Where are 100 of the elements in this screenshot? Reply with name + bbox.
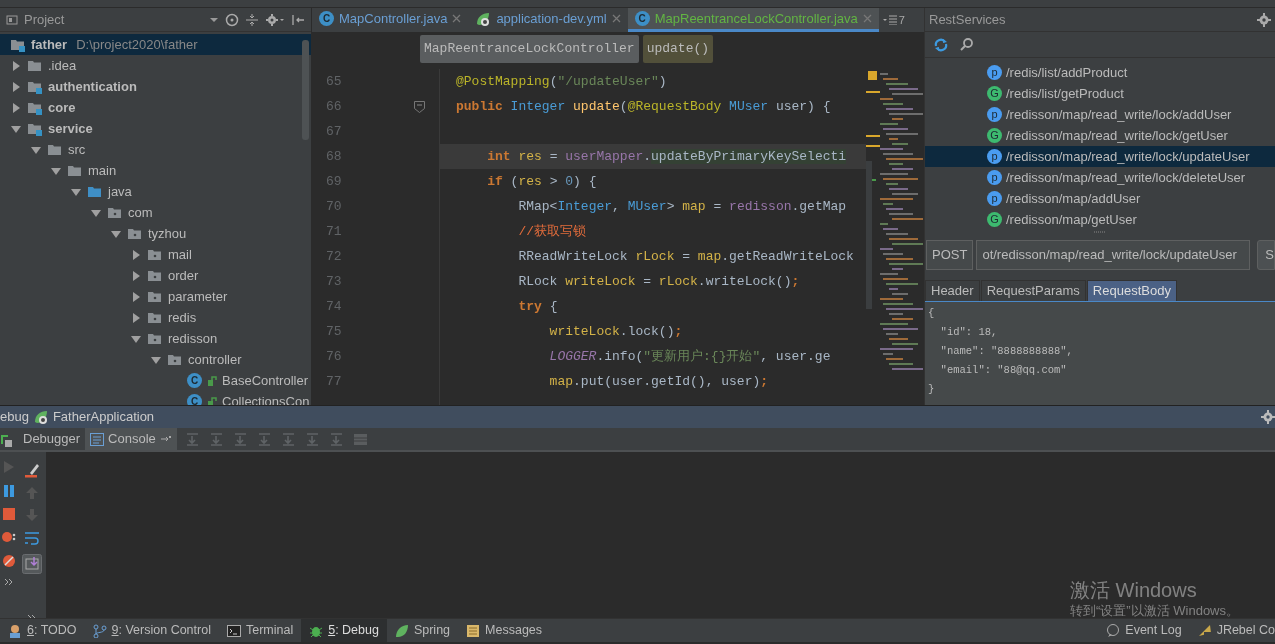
search-icon[interactable]	[959, 36, 975, 53]
tree-item[interactable]: C BaseController	[0, 370, 311, 391]
tree-item[interactable]: src	[0, 139, 311, 160]
tree-label: core	[48, 98, 76, 117]
locate-icon[interactable]	[225, 12, 239, 27]
tree-item[interactable]: main	[0, 160, 311, 181]
expand-arrow-icon[interactable]	[130, 290, 142, 303]
tool-window-button[interactable]: Spring	[386, 619, 459, 642]
debug-tab[interactable]: Console	[85, 428, 177, 450]
method-icon: G	[987, 212, 1002, 227]
endpoint-item[interactable]: p /redis/list/addProduct	[925, 62, 1275, 83]
tree-item[interactable]: com	[0, 202, 311, 223]
tab-overflow[interactable]: 7	[878, 8, 909, 32]
settings-icon[interactable]	[265, 12, 285, 27]
tree-label: redis	[168, 308, 197, 327]
expand-arrow-icon[interactable]	[10, 101, 22, 114]
tree-item[interactable]: tyzhou	[0, 223, 311, 244]
tree-item[interactable]: redisson	[0, 328, 311, 349]
collapse-icon[interactable]	[245, 12, 259, 27]
endpoint-item[interactable]: G /redisson/map/read_write/lock/getUser	[925, 125, 1275, 146]
line-number: 72	[326, 248, 342, 266]
endpoint-item[interactable]: p /redisson/map/read_write/lock/addUser	[925, 104, 1275, 125]
tool-window-button[interactable]: Terminal	[218, 619, 302, 642]
request-tab[interactable]: Header	[925, 280, 980, 301]
tree-item[interactable]: core	[0, 97, 311, 118]
tree-label: .idea	[48, 56, 77, 75]
endpoint-item[interactable]: G /redisson/map/getUser	[925, 209, 1275, 230]
vcs-icon	[92, 623, 107, 638]
endpoint-item[interactable]: p /redisson/map/read_write/lock/deleteUser	[925, 167, 1275, 188]
expand-arrow-icon[interactable]	[10, 80, 22, 93]
method-field[interactable]: POST	[926, 240, 974, 270]
tool-window-button[interactable]: Messages	[458, 619, 551, 642]
pause-icon[interactable]	[3, 484, 15, 498]
tree-label: parameter	[168, 287, 228, 306]
request-body-field[interactable]: { "id": 18, "name": "8888888888", "email": "88@qq.com" }	[925, 302, 1275, 405]
clear-icon[interactable]	[24, 462, 40, 478]
line-number: 73	[326, 273, 342, 291]
tool-window-button[interactable]: 9: Version Control	[84, 619, 219, 642]
settings-icon[interactable]	[1257, 12, 1271, 27]
class-icon: C	[319, 11, 334, 26]
line-number: 77	[326, 373, 342, 391]
tree-item[interactable]: service	[0, 118, 311, 139]
tree-label: authentication	[48, 77, 137, 96]
tool-window-button[interactable]: 5: Debug	[301, 619, 387, 642]
expand-arrow-icon[interactable]	[130, 269, 142, 282]
todo-icon	[8, 623, 22, 638]
tree-item[interactable]: order	[0, 265, 311, 286]
fold-icon[interactable]	[414, 100, 425, 113]
tool-window-button[interactable]: 6: TODO	[0, 619, 85, 642]
spring-icon	[394, 623, 409, 638]
endpoint-item[interactable]: p /redisson/map/addUser	[925, 188, 1275, 209]
close-icon[interactable]	[611, 14, 621, 23]
code-line: @PostMapping("/updateUser")	[455, 73, 668, 91]
editor-tab[interactable]: C MapController.java	[312, 8, 469, 32]
breakpoints-icon[interactable]	[2, 530, 16, 544]
tree-item[interactable]: .idea	[0, 55, 311, 76]
tree-item[interactable]: redis	[0, 307, 311, 328]
request-tab[interactable]: RequestBody	[1086, 280, 1177, 301]
scrollbar[interactable]	[302, 40, 309, 140]
tree-item[interactable]: controller	[0, 349, 311, 370]
tree-label: src	[68, 140, 86, 159]
refresh-icon[interactable]	[933, 36, 949, 53]
expand-arrow-icon[interactable]	[130, 248, 142, 261]
status-button[interactable]: JRebel Co	[1189, 619, 1275, 642]
method-icon: p	[987, 65, 1002, 80]
mute-breakpoints-icon[interactable]	[2, 554, 16, 568]
tree-item[interactable]: parameter	[0, 286, 311, 307]
status-button[interactable]: Event Log	[1098, 619, 1190, 642]
close-icon[interactable]	[452, 14, 462, 23]
splitter-handle[interactable]	[1093, 230, 1107, 234]
request-tab[interactable]: RequestParams	[980, 280, 1086, 301]
more-icon[interactable]	[4, 578, 14, 586]
settings-icon[interactable]	[1261, 410, 1275, 424]
dropdown-icon[interactable]	[209, 16, 219, 23]
tree-item[interactable]: java	[0, 181, 311, 202]
line-number: 66	[326, 98, 342, 116]
line-number: 70	[326, 198, 342, 216]
tree-item[interactable]: mail	[0, 244, 311, 265]
soft-wrap-icon[interactable]	[24, 530, 40, 546]
breadcrumb[interactable]: MapReentranceLockController	[420, 35, 639, 63]
url-field[interactable]: ot/redisson/map/read_write/lock/updateUser	[976, 240, 1251, 270]
debug-tab[interactable]: Debugger	[18, 428, 86, 450]
endpoint-item[interactable]: G /redis/list/getProduct	[925, 83, 1275, 104]
endpoint-item[interactable]: p /redisson/map/read_write/lock/updateUser	[925, 146, 1275, 167]
hide-icon[interactable]	[291, 12, 305, 27]
panel-title: ebug	[0, 408, 29, 427]
tree-label: tyzhou	[148, 224, 187, 243]
code-line: try {	[517, 298, 559, 316]
scroll-to-end-icon[interactable]	[22, 554, 42, 574]
tree-item[interactable]: father D:\project2020\father	[0, 34, 311, 55]
expand-arrow-icon[interactable]	[10, 59, 22, 72]
send-button[interactable]: S	[1257, 240, 1275, 270]
tree-label: CollectionsCon	[222, 392, 310, 405]
tree-label: com	[128, 203, 153, 222]
editor-tab[interactable]: C MapReentranceLockController.java	[627, 8, 879, 32]
editor-tab[interactable]: application-dev.yml	[468, 8, 628, 32]
expand-arrow-icon[interactable]	[130, 311, 142, 324]
panel-title: RestServices	[929, 10, 1006, 29]
tree-item[interactable]: authentication	[0, 76, 311, 97]
breadcrumb[interactable]: update()	[642, 35, 714, 63]
